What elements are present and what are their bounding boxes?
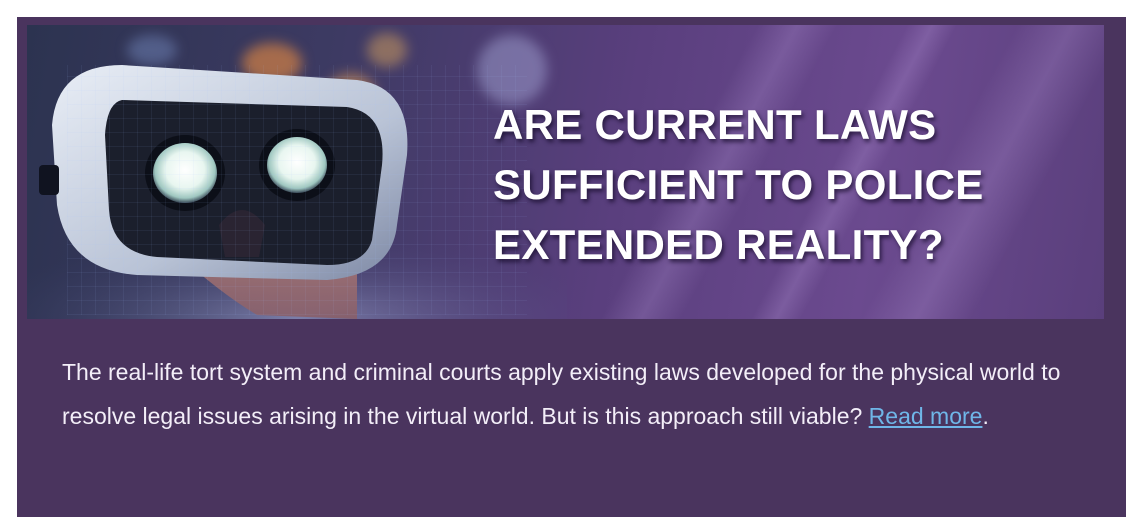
headline-line: ARE CURRENT LAWS	[493, 101, 937, 148]
read-more-link[interactable]: Read more	[869, 403, 983, 429]
headline-line: SUFFICIENT TO POLICE	[493, 161, 984, 208]
trailing-period: .	[982, 403, 989, 429]
digital-grid-overlay	[67, 65, 527, 315]
article-banner[interactable]: ARE CURRENT LAWS SUFFICIENT TO POLICE EX…	[27, 25, 1104, 319]
headline-line: EXTENDED REALITY?	[493, 221, 944, 268]
article-summary: The real-life tort system and criminal c…	[62, 350, 1082, 438]
article-card: ARE CURRENT LAWS SUFFICIENT TO POLICE EX…	[17, 17, 1126, 517]
banner-headline: ARE CURRENT LAWS SUFFICIENT TO POLICE EX…	[493, 95, 1093, 275]
